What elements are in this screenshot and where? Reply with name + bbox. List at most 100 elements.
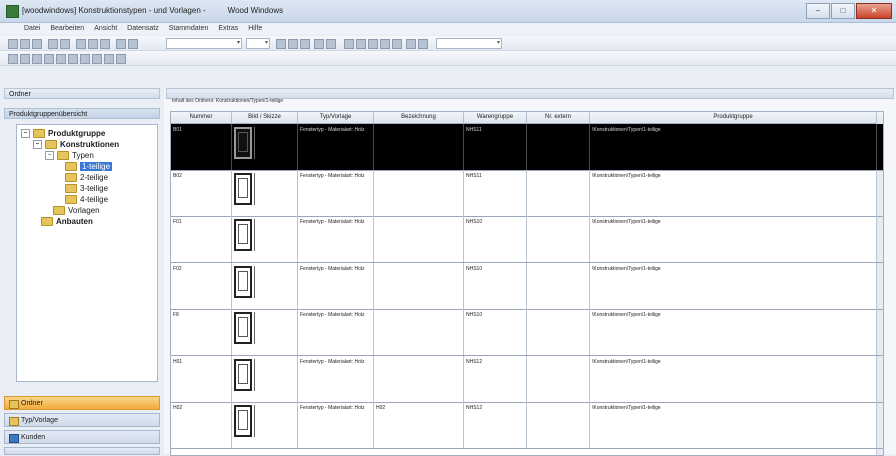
cell-nummer: F8 (171, 309, 232, 355)
italic-icon[interactable] (288, 39, 298, 49)
column-header-warengruppe[interactable]: Warengruppe (464, 112, 527, 123)
menu-datei[interactable]: Datei (24, 23, 40, 35)
cell-produktgruppe: \Konstruktionen\Typen\1-teilige (590, 170, 877, 216)
cell-bild (232, 309, 298, 355)
table-row[interactable]: B01 Fenstertyp - Materialart: Holz NHS11 \K… (171, 124, 883, 171)
align-right-icon[interactable] (368, 39, 378, 49)
tree-node-2-teilige[interactable]: 2-teilige (65, 173, 108, 182)
cell-bezeichnung (374, 124, 464, 170)
copy-icon[interactable] (88, 39, 98, 49)
minimize-button[interactable]: – (806, 3, 830, 19)
cell-nr-extern (527, 309, 590, 355)
settings-icon[interactable] (104, 54, 114, 64)
next-record-icon[interactable] (32, 54, 42, 64)
tree-node-label: 4-teilige (80, 195, 109, 204)
tree-node-konstruktionen[interactable]: – Konstruktionen (33, 140, 119, 149)
last-record-icon[interactable] (44, 54, 54, 64)
view-combo[interactable]: ▾ (436, 38, 502, 49)
cut-icon[interactable] (76, 39, 86, 49)
table-row[interactable]: B02 Fenstertyp - Materialart: Holz NHS11 \K… (171, 170, 883, 217)
table-row[interactable]: H01 Fenstertyp - Materialart: Holz NHS12 \K… (171, 356, 883, 403)
paste-icon[interactable] (100, 39, 110, 49)
cell-produktgruppe: \Konstruktionen\Typen\1-teilige (590, 356, 877, 402)
folder-tree[interactable]: – Produktgruppe – Konstruktionen – Typen 1-… (16, 124, 158, 382)
new-record-icon[interactable] (56, 54, 66, 64)
sort-icon[interactable] (418, 39, 428, 49)
tree-node-3-teilige[interactable]: 3-teilige (65, 184, 108, 193)
font-color-icon[interactable] (326, 39, 336, 49)
table-row[interactable]: F02 Fenstertyp - Materialart: Holz NHS10 \K… (171, 263, 883, 310)
fill-color-icon[interactable] (314, 39, 324, 49)
cell-bezeichnung (374, 170, 464, 216)
cell-warengruppe: NHS11 (464, 170, 527, 216)
nav-kunden[interactable]: Kunden (4, 430, 160, 444)
first-record-icon[interactable] (8, 54, 18, 64)
window-sketch-thumbnail (234, 312, 255, 344)
align-center-icon[interactable] (356, 39, 366, 49)
menu-hilfe[interactable]: Hilfe (248, 23, 262, 35)
cell-bezeichnung (374, 263, 464, 309)
window-sash-sketch (238, 410, 248, 430)
cell-warengruppe: NHS12 (464, 356, 527, 402)
previous-record-icon[interactable] (20, 54, 30, 64)
menu-datensatz[interactable]: Datensatz (127, 23, 159, 35)
tree-node-1-teilige[interactable]: 1-teilige (65, 162, 113, 171)
delete-icon[interactable] (32, 39, 42, 49)
table-header: Nummer Bild / Skizze Typ/Vorlage Bezeich… (171, 112, 883, 124)
column-header-nr-extern[interactable]: Nr. extern (527, 112, 590, 123)
window-sash-sketch (238, 364, 248, 384)
border-icon[interactable] (380, 39, 390, 49)
nav-typ-vorlage[interactable]: Typ/Vorlage (4, 413, 160, 427)
tree-node-anbauten[interactable]: Anbauten (41, 217, 93, 226)
close-button[interactable]: ✕ (856, 3, 892, 19)
table-row[interactable]: H02 Fenstertyp - Materialart: Holz H02 NHS1… (171, 402, 883, 449)
nav-ordner[interactable]: Ordner (4, 396, 160, 410)
cell-nummer: B02 (171, 170, 232, 216)
filter-icon[interactable] (406, 39, 416, 49)
cell-nr-extern (527, 216, 590, 262)
column-header-bild[interactable]: Bild / Skizze (232, 112, 298, 123)
folder-icon (65, 173, 77, 182)
tree-node-vorlagen[interactable]: Vorlagen (53, 206, 100, 215)
print-icon[interactable] (60, 39, 70, 49)
maximize-button[interactable]: □ (831, 3, 855, 19)
column-header-typ-vorlage[interactable]: Typ/Vorlage (298, 112, 374, 123)
column-header-produktgruppe[interactable]: Produktgruppe (590, 112, 877, 123)
collapse-icon[interactable]: – (33, 140, 42, 149)
underline-icon[interactable] (300, 39, 310, 49)
size-combo[interactable]: ▾ (246, 38, 270, 49)
new-icon[interactable] (8, 39, 18, 49)
menu-stammdaten[interactable]: Stammdaten (169, 23, 209, 35)
window-frame-sketch (234, 312, 252, 344)
bold-icon[interactable] (276, 39, 286, 49)
font-combo[interactable]: ▾ (166, 38, 242, 49)
window-sketch-thumbnail (234, 266, 255, 298)
save-icon[interactable] (48, 39, 58, 49)
edit-record-icon[interactable] (68, 54, 78, 64)
menu-ansicht[interactable]: Ansicht (94, 23, 117, 35)
dimension-line (254, 219, 258, 251)
menu-bearbeiten[interactable]: Bearbeiten (50, 23, 84, 35)
search-icon[interactable] (92, 54, 102, 64)
align-left-icon[interactable] (344, 39, 354, 49)
collapse-icon[interactable]: – (45, 151, 54, 160)
help-icon[interactable] (116, 54, 126, 64)
grid-icon[interactable] (392, 39, 402, 49)
folder-icon (45, 140, 57, 149)
collapse-icon[interactable]: – (21, 129, 30, 138)
column-header-bezeichnung[interactable]: Bezeichnung (374, 112, 464, 123)
menu-bar: Datei Bearbeiten Ansicht Datensatz Stamm… (0, 23, 896, 35)
redo-icon[interactable] (128, 39, 138, 49)
tree-node-4-teilige[interactable]: 4-teilige (65, 195, 108, 204)
refresh-icon[interactable] (80, 54, 90, 64)
tree-node-typen[interactable]: – Typen (45, 151, 94, 160)
tree-node-produktgruppe[interactable]: – Produktgruppe (21, 129, 105, 138)
open-icon[interactable] (20, 39, 30, 49)
column-header-nummer[interactable]: Nummer (171, 112, 232, 123)
types-table[interactable]: Nummer Bild / Skizze Typ/Vorlage Bezeich… (170, 111, 884, 456)
cell-nummer: H01 (171, 356, 232, 402)
undo-icon[interactable] (116, 39, 126, 49)
table-row[interactable]: F01 Fenstertyp - Materialart: Holz NHS10 \K… (171, 216, 883, 263)
menu-extras[interactable]: Extras (218, 23, 238, 35)
table-row[interactable]: F8 Fenstertyp - Materialart: Holz NHS10 \Ko… (171, 309, 883, 356)
